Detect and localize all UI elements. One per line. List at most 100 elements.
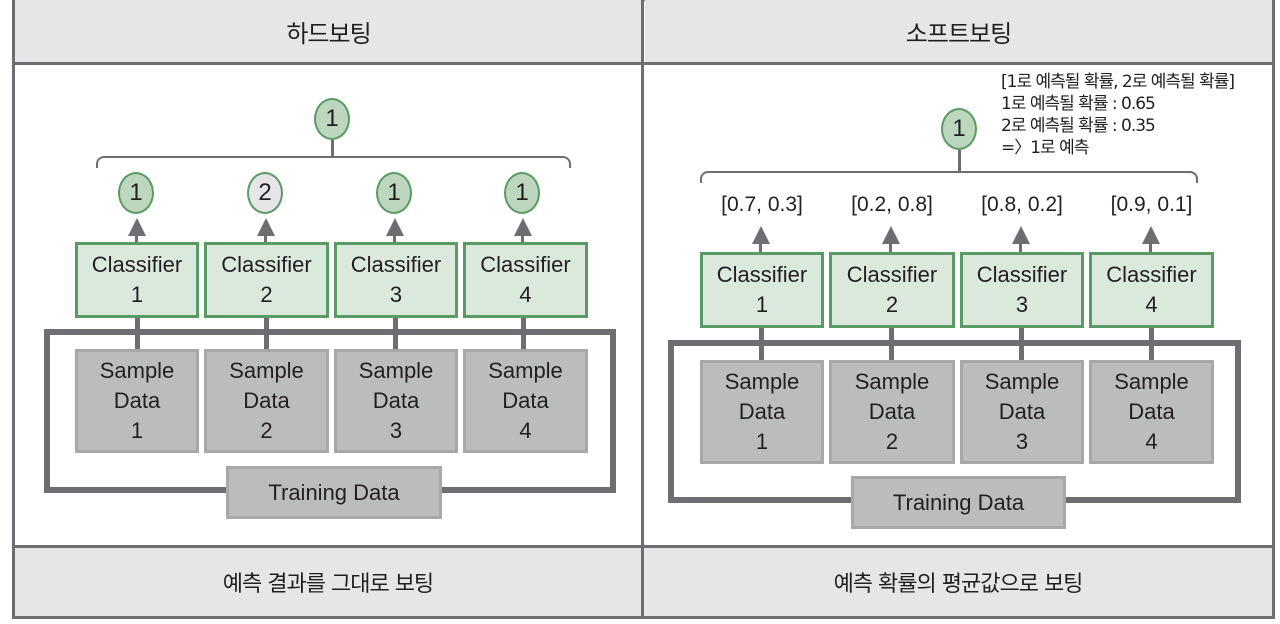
classifier-label: Classifier: [91, 252, 183, 277]
header-soft-voting: 소프트보팅: [645, 0, 1272, 62]
classifier-label: Classifier: [846, 262, 938, 287]
vote-value: 1: [515, 179, 529, 206]
sample-number: 2: [885, 429, 899, 454]
footer-soft-voting: 예측 확률의 평균값으로 보팅: [644, 548, 1272, 616]
sample-number: 1: [755, 429, 769, 454]
vote-circle: 1: [118, 172, 154, 214]
vote-circle: 2: [247, 172, 283, 214]
connector: [331, 140, 334, 157]
classifier-box: Classifier 3: [960, 252, 1084, 328]
sample-label: Sample: [488, 358, 563, 383]
probability-annotation: [1로 예측될 확률, 2로 예측될 확률] 1로 예측될 확률 : 0.65 …: [1001, 71, 1235, 159]
vote-value: 1: [129, 179, 143, 206]
connector: [958, 150, 961, 172]
classifier-number: 1: [130, 282, 144, 307]
classifier-number: 1: [755, 292, 769, 317]
hard-voting-title: 하드보팅: [286, 19, 371, 48]
classifier-box: Classifier 4: [463, 242, 588, 318]
probability-label: [0.7, 0.3]: [721, 193, 803, 216]
sample-label: Data: [243, 388, 290, 413]
sample-label: Sample: [99, 358, 175, 383]
connector: [889, 325, 894, 361]
connector: [393, 316, 398, 350]
classifier-label: Classifier: [976, 262, 1068, 287]
classifier-number: 3: [1015, 292, 1029, 317]
header-hard-voting: 하드보팅: [15, 0, 642, 62]
classifier-label: Classifier: [221, 252, 312, 277]
sample-label: Data: [868, 399, 916, 424]
annotation-line: 1로 예측될 확률 : 0.65: [1001, 94, 1156, 114]
sample-number: 3: [389, 418, 403, 443]
training-data-box: Training Data: [226, 466, 442, 519]
aggregation-bracket: [96, 156, 571, 168]
probability-label: [0.9, 0.1]: [1110, 193, 1193, 216]
training-data-box: Training Data: [851, 476, 1066, 529]
sample-label: Sample: [229, 358, 304, 383]
final-prediction-value: 1: [952, 115, 966, 142]
footer-hard-voting: 예측 결과를 그대로 보팅: [15, 548, 641, 616]
classifier-label: Classifier: [716, 262, 808, 287]
classifier-box: Classifier 1: [700, 252, 824, 328]
sample-data-box: Sample Data 2: [829, 360, 955, 464]
final-prediction-circle: 1: [941, 108, 977, 150]
vote-circle: 1: [376, 172, 412, 214]
sample-label: Data: [998, 399, 1046, 424]
sample-data-box: Sample Data 1: [75, 349, 199, 453]
final-prediction-value: 1: [325, 105, 339, 132]
sample-label: Data: [372, 388, 420, 413]
sample-data-box: Sample Data 3: [334, 349, 458, 453]
sample-label: Sample: [854, 369, 930, 394]
sample-data-box: Sample Data 4: [463, 349, 588, 453]
classifier-box: Classifier 1: [75, 242, 199, 318]
connector: [521, 316, 526, 350]
classifier-number: 3: [389, 282, 403, 307]
aggregation-bracket: [700, 171, 1198, 183]
sample-label: Data: [738, 399, 786, 424]
soft-voting-caption: 예측 확률의 평균값으로 보팅: [833, 572, 1084, 597]
final-prediction-circle: 1: [314, 98, 350, 140]
sample-data-box: Sample Data 3: [960, 360, 1084, 464]
sample-number: 3: [1015, 429, 1029, 454]
classifier-number: 2: [260, 282, 273, 307]
vote-circle: 1: [504, 172, 540, 214]
vote-value: 2: [258, 179, 272, 206]
sample-number: 2: [260, 418, 273, 443]
sample-label: Data: [113, 388, 161, 413]
column-divider: [641, 0, 644, 618]
sample-data-box: Sample Data 1: [700, 360, 824, 464]
classifier-box: Classifier 3: [334, 242, 458, 318]
sample-label: Sample: [1114, 369, 1189, 394]
annotation-line: [1로 예측될 확률, 2로 예측될 확률]: [1001, 72, 1235, 92]
probability-label: [0.8, 0.2]: [981, 193, 1063, 216]
sample-label: Sample: [358, 358, 434, 383]
connector: [264, 316, 269, 350]
sample-data-box: Sample Data 4: [1089, 360, 1214, 464]
hard-voting-caption: 예측 결과를 그대로 보팅: [222, 572, 434, 597]
training-data-label: Training Data: [268, 479, 400, 505]
sample-label: Sample: [724, 369, 800, 394]
classifier-number: 2: [885, 292, 899, 317]
classifier-label: Classifier: [480, 252, 571, 277]
vote-value: 1: [387, 179, 401, 206]
sample-label: Data: [502, 388, 549, 413]
sample-label: Data: [1128, 399, 1175, 424]
training-data-label: Training Data: [892, 489, 1025, 515]
connector: [1149, 325, 1154, 361]
classifier-box: Classifier 4: [1089, 252, 1214, 328]
sample-number: 4: [519, 418, 532, 443]
classifier-label: Classifier: [1106, 262, 1197, 287]
sample-number: 1: [130, 418, 144, 443]
classifier-box: Classifier 2: [829, 252, 955, 328]
sample-label: Sample: [984, 369, 1060, 394]
classifier-label: Classifier: [350, 252, 442, 277]
classifier-number: 4: [1145, 292, 1158, 317]
classifier-number: 4: [519, 282, 532, 307]
soft-voting-title: 소프트보팅: [905, 19, 1012, 48]
connector: [759, 325, 764, 361]
connector: [1019, 325, 1024, 361]
connector: [135, 316, 140, 350]
probability-label: [0.2, 0.8]: [851, 193, 933, 216]
sample-data-box: Sample Data 2: [204, 349, 329, 453]
annotation-line: =〉1로 예측: [1001, 138, 1089, 158]
sample-number: 4: [1145, 429, 1158, 454]
